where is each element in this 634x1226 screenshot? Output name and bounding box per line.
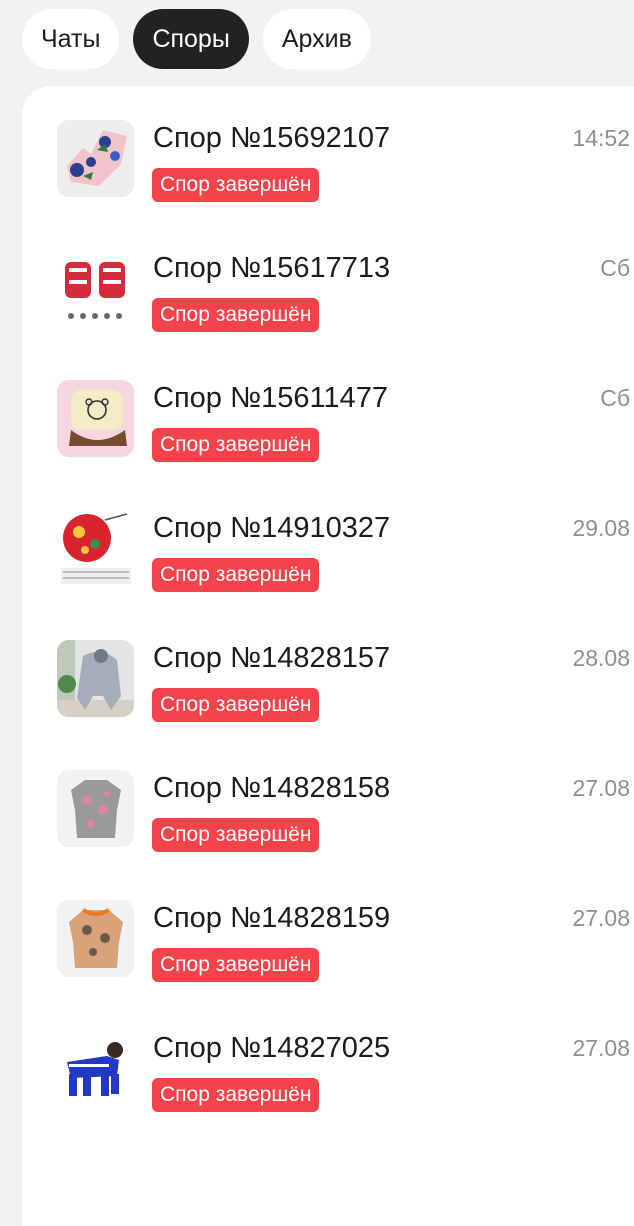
product-thumbnail [57, 120, 134, 197]
tab-archive[interactable]: Архив [262, 9, 371, 69]
dispute-title: Спор №14828159 [153, 902, 391, 934]
tab-chats[interactable]: Чаты [22, 9, 120, 69]
status-badge: Спор завершён [152, 558, 320, 592]
dispute-title: Спор №14828157 [153, 642, 391, 674]
dispute-row[interactable]: Спор №15617713 Спор завершён Сб [22, 216, 634, 332]
tab-disputes[interactable]: Споры [133, 9, 249, 69]
dispute-time: Сб [600, 255, 630, 281]
dispute-row[interactable]: Спор №14828157 Спор завершён 28.08 [22, 606, 634, 722]
dispute-title: Спор №14828158 [153, 772, 391, 804]
tab-bar: Чаты Споры Архив [22, 9, 371, 69]
dispute-title: Спор №14910327 [153, 512, 391, 544]
product-thumbnail [57, 250, 134, 327]
product-thumbnail [57, 1030, 134, 1107]
dispute-row[interactable]: Спор №14910327 Спор завершён 29.08 [22, 476, 634, 592]
product-thumbnail [57, 770, 134, 847]
dispute-time: Сб [600, 385, 630, 411]
dispute-time: 14:52 [572, 125, 630, 151]
dispute-title: Спор №15611477 [153, 382, 388, 414]
status-badge: Спор завершён [152, 1078, 320, 1112]
status-badge: Спор завершён [152, 688, 320, 722]
dispute-title: Спор №15692107 [153, 122, 391, 154]
dispute-time: 27.08 [572, 775, 630, 801]
dispute-row[interactable]: Спор №14827025 Спор завершён 27.08 [22, 996, 634, 1112]
dispute-time: 27.08 [572, 905, 630, 931]
status-badge: Спор завершён [152, 168, 320, 202]
status-badge: Спор завершён [152, 428, 320, 462]
product-thumbnail [57, 380, 134, 457]
product-thumbnail [57, 510, 134, 587]
product-thumbnail [57, 640, 134, 717]
dispute-time: 29.08 [572, 515, 630, 541]
dispute-time: 27.08 [572, 1035, 630, 1061]
status-badge: Спор завершён [152, 948, 320, 982]
status-badge: Спор завершён [152, 818, 320, 852]
dispute-title: Спор №14827025 [153, 1032, 391, 1064]
dispute-row[interactable]: Спор №15692107 Спор завершён 14:52 [22, 86, 634, 202]
dispute-list: Спор №15692107 Спор завершён 14:52 Спор … [22, 86, 634, 1226]
dispute-row[interactable]: Спор №14828159 Спор завершён 27.08 [22, 866, 634, 982]
product-thumbnail [57, 900, 134, 977]
status-badge: Спор завершён [152, 298, 320, 332]
dispute-row[interactable]: Спор №15611477 Спор завершён Сб [22, 346, 634, 462]
dispute-row[interactable]: Спор №14828158 Спор завершён 27.08 [22, 736, 634, 852]
dispute-time: 28.08 [572, 645, 630, 671]
dispute-title: Спор №15617713 [153, 252, 391, 284]
